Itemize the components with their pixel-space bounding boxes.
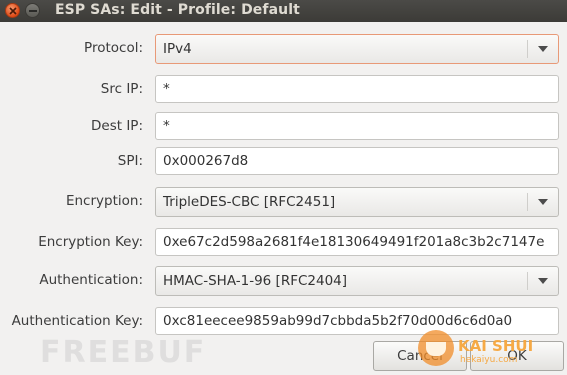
encryption-key-field[interactable]: 0xe67c2d598a2681f4e18130649491f201a8c3b2… bbox=[155, 228, 559, 256]
authentication-label: Authentication: bbox=[39, 272, 143, 288]
src-ip-row: Src IP: * bbox=[0, 75, 567, 105]
watermark-cup-icon bbox=[426, 342, 446, 356]
src-ip-label: Src IP: bbox=[100, 81, 143, 97]
combo-separator bbox=[527, 193, 528, 211]
spi-value: 0x000267d8 bbox=[163, 153, 249, 169]
protocol-row: Protocol: IPv4 bbox=[0, 34, 567, 64]
title-bar: ESP SAs: Edit - Profile: Default bbox=[0, 0, 567, 22]
protocol-value: IPv4 bbox=[163, 41, 192, 57]
protocol-select[interactable]: IPv4 bbox=[155, 34, 559, 64]
authentication-row: Authentication: HMAC-SHA-1-96 [RFC2404] bbox=[0, 266, 567, 296]
protocol-label: Protocol: bbox=[84, 40, 143, 56]
spi-row: SPI: 0x000267d8 bbox=[0, 147, 567, 177]
encryption-value: TripleDES-CBC [RFC2451] bbox=[163, 194, 336, 210]
auth-key-label: Authentication Key: bbox=[11, 313, 143, 329]
chevron-down-icon bbox=[538, 199, 548, 205]
watermark-url: hekaiyu.com bbox=[460, 355, 518, 365]
dest-ip-value: * bbox=[163, 118, 170, 134]
chevron-down-icon bbox=[538, 278, 548, 284]
watermark-kaishui: KAI SHUI bbox=[458, 337, 534, 355]
auth-key-value: 0xc81eecee9859ab99d7cbbda5b2f70d00d6c6d0… bbox=[163, 313, 513, 329]
spi-field[interactable]: 0x000267d8 bbox=[155, 147, 559, 175]
watermark-freebuf: FREEBUF bbox=[40, 335, 207, 370]
src-ip-field[interactable]: * bbox=[155, 75, 559, 103]
encryption-select[interactable]: TripleDES-CBC [RFC2451] bbox=[155, 187, 559, 217]
encryption-label: Encryption: bbox=[65, 193, 143, 209]
combo-separator bbox=[527, 40, 528, 58]
authentication-select[interactable]: HMAC-SHA-1-96 [RFC2404] bbox=[155, 266, 559, 296]
dest-ip-field[interactable]: * bbox=[155, 112, 559, 140]
auth-key-row: Authentication Key: 0xc81eecee9859ab99d7… bbox=[0, 307, 567, 337]
dest-ip-row: Dest IP: * bbox=[0, 112, 567, 142]
combo-separator bbox=[527, 272, 528, 290]
minimize-icon[interactable] bbox=[25, 3, 40, 18]
authentication-value: HMAC-SHA-1-96 [RFC2404] bbox=[163, 273, 348, 289]
encryption-key-label: Encryption Key: bbox=[38, 234, 143, 250]
encryption-key-row: Encryption Key: 0xe67c2d598a2681f4e18130… bbox=[0, 228, 567, 258]
encryption-key-value: 0xe67c2d598a2681f4e18130649491f201a8c3b2… bbox=[163, 234, 545, 250]
window-title: ESP SAs: Edit - Profile: Default bbox=[55, 2, 300, 18]
src-ip-value: * bbox=[163, 81, 170, 97]
auth-key-field[interactable]: 0xc81eecee9859ab99d7cbbda5b2f70d00d6c6d0… bbox=[155, 307, 559, 335]
spi-label: SPI: bbox=[117, 153, 143, 169]
dest-ip-label: Dest IP: bbox=[91, 118, 143, 134]
chevron-down-icon bbox=[538, 46, 548, 52]
close-icon[interactable] bbox=[5, 3, 20, 18]
encryption-row: Encryption: TripleDES-CBC [RFC2451] bbox=[0, 187, 567, 217]
